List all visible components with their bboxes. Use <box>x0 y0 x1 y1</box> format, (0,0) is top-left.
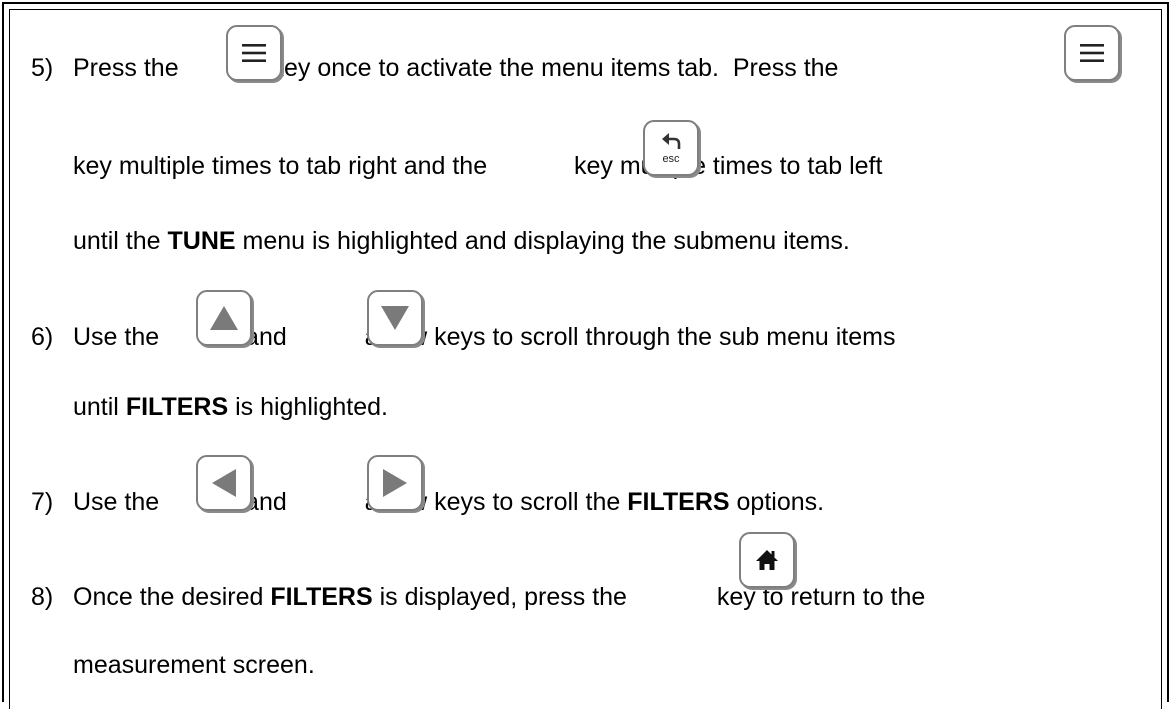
menu-icon <box>1080 44 1104 62</box>
up-arrow-key[interactable] <box>196 290 252 346</box>
step-5-line-1: Press the key once to activate the menu … <box>73 54 846 82</box>
esc-label: esc <box>662 153 680 165</box>
down-arrow-icon <box>381 306 409 330</box>
menu-key-2[interactable] <box>1064 25 1120 81</box>
back-arrow-icon <box>662 133 681 149</box>
step-5-number: 5) <box>31 54 54 82</box>
home-key[interactable] <box>739 532 795 588</box>
menu-icon <box>242 44 266 62</box>
left-arrow-key[interactable] <box>196 455 252 511</box>
home-icon <box>756 550 778 570</box>
step-5-line-2: key multiple times to tab right and the … <box>73 152 883 180</box>
esc-key[interactable]: esc <box>643 120 699 176</box>
right-arrow-icon <box>383 469 407 497</box>
left-arrow-icon <box>212 469 236 497</box>
step-7-number: 7) <box>31 488 54 516</box>
step-8-line-1: Once the desired FILTERS is displayed, p… <box>73 583 926 611</box>
step-6-number: 6) <box>31 323 54 351</box>
step-8-number: 8) <box>31 583 54 611</box>
down-arrow-key[interactable] <box>367 290 423 346</box>
step-7-line-1: Use the and arrow keys to scroll the FIL… <box>73 488 825 516</box>
menu-key[interactable] <box>226 25 282 81</box>
up-arrow-icon <box>210 306 238 330</box>
right-arrow-key[interactable] <box>367 455 423 511</box>
step-8-line-2: measurement screen. <box>73 651 315 679</box>
step-6-line-2: until FILTERS is highlighted. <box>73 393 388 421</box>
step-5-line-3: until the TUNE menu is highlighted and d… <box>73 227 850 255</box>
